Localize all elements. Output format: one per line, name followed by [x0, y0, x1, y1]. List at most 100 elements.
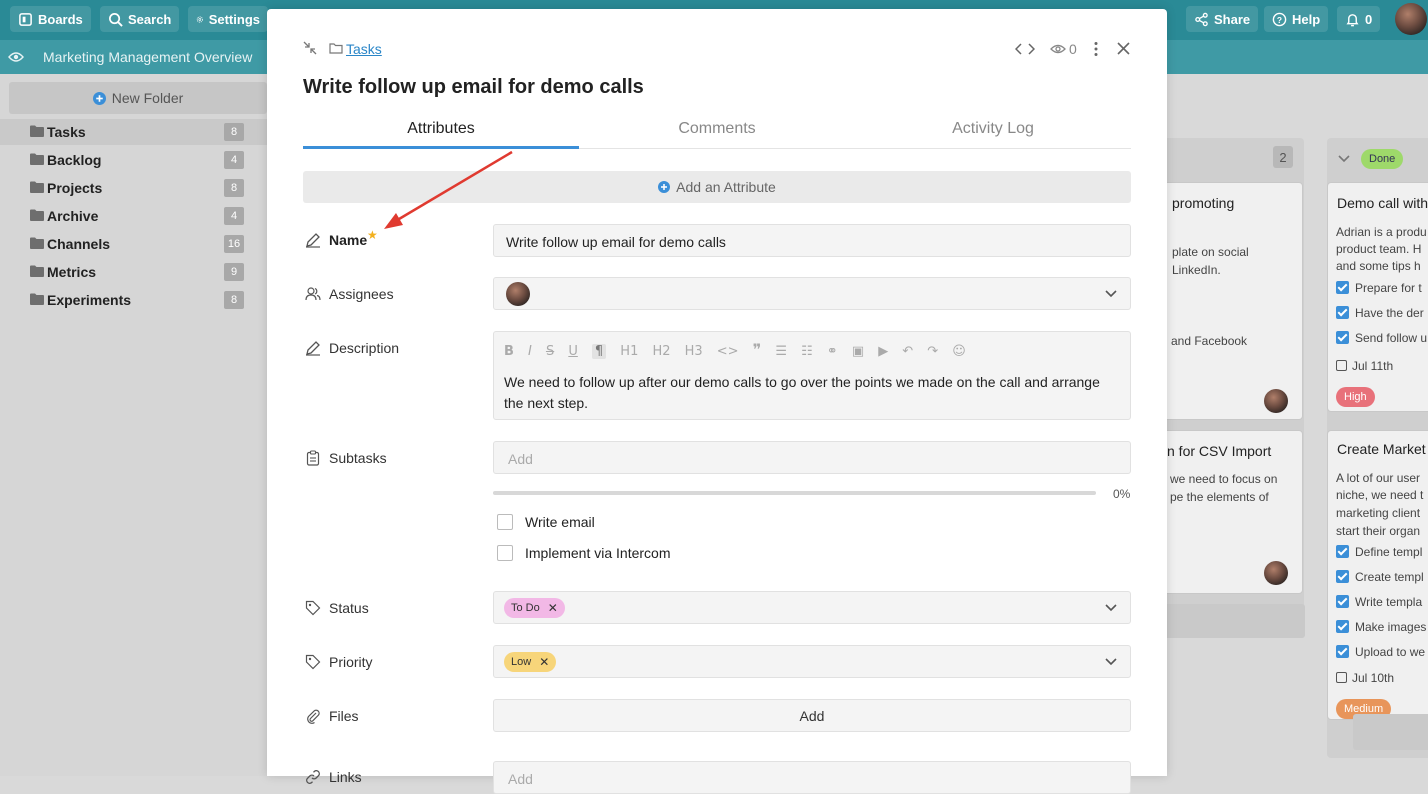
bold-icon[interactable]: B — [504, 344, 514, 359]
links-input[interactable]: Add — [493, 761, 1131, 794]
task-card[interactable]: n for CSV Import we need to focus on pe … — [1157, 430, 1303, 594]
tab-attributes[interactable]: Attributes — [303, 120, 579, 138]
paragraph-icon[interactable]: ¶ — [591, 344, 607, 359]
subtask-label[interactable]: Implement via Intercom — [525, 545, 671, 561]
heading1-button[interactable]: H1 — [620, 344, 638, 359]
subtask-item: Write email — [497, 514, 595, 530]
folder-count: 8 — [224, 179, 244, 197]
folder-icon — [30, 209, 44, 221]
folder-label: Archive — [47, 208, 99, 224]
quote-icon[interactable]: ❞ — [753, 340, 762, 359]
task-card[interactable]: promoting plate on social LinkedIn. and … — [1157, 182, 1303, 420]
share-icon — [1195, 12, 1208, 26]
user-avatar[interactable] — [1395, 3, 1427, 35]
code-icon[interactable]: <> — [717, 344, 739, 359]
new-folder-button[interactable]: New Folder — [9, 82, 267, 114]
subtask-label[interactable]: Write email — [525, 514, 595, 530]
card-title: Create Market — [1337, 441, 1426, 457]
description-editor[interactable]: B I S U ¶ H1 H2 H3 <> ❞ ☰ ☷ ⚭ ▣ ▶ ↶ ↷ ☺ … — [493, 331, 1131, 420]
name-input[interactable]: Write follow up email for demo calls — [493, 224, 1131, 257]
heading3-button[interactable]: H3 — [685, 344, 703, 359]
status-tag: To Do ✕ — [504, 598, 565, 618]
checkbox-checked-icon — [1336, 545, 1349, 558]
subtask-checkbox[interactable] — [497, 514, 513, 530]
checklist-item: Define templ — [1336, 545, 1422, 559]
chevron-down-icon — [1105, 657, 1117, 665]
strikethrough-icon[interactable]: S — [546, 344, 554, 359]
card-avatar — [1264, 389, 1288, 413]
breadcrumb-link[interactable]: Tasks — [346, 41, 382, 57]
image-icon[interactable]: ▣ — [852, 344, 864, 359]
task-card[interactable]: Demo call with Adrian is a produ product… — [1327, 182, 1428, 412]
status-select[interactable]: To Do ✕ — [493, 591, 1131, 624]
sidebar-folder-backlog[interactable]: Backlog 4 — [0, 147, 267, 173]
remove-tag-icon[interactable]: ✕ — [548, 601, 558, 615]
italic-icon[interactable]: I — [528, 344, 532, 359]
more-options-icon[interactable] — [1093, 41, 1099, 57]
sidebar-folder-channels[interactable]: Channels 16 — [0, 231, 267, 257]
description-text[interactable]: We need to follow up after our demo call… — [504, 372, 1104, 414]
required-star-icon: ★ — [367, 228, 378, 242]
eye-icon[interactable] — [8, 50, 24, 64]
underline-icon[interactable]: U — [568, 344, 578, 359]
subtask-checkbox[interactable] — [497, 545, 513, 561]
close-icon[interactable] — [1117, 42, 1130, 55]
card-description: and Facebook — [1171, 334, 1248, 348]
tag-icon — [305, 654, 321, 670]
eye-icon[interactable] — [1050, 43, 1066, 55]
help-button[interactable]: ? Help — [1264, 6, 1329, 32]
tab-activity-log[interactable]: Activity Log — [855, 120, 1131, 138]
add-card-area[interactable] — [1353, 714, 1428, 750]
boards-button[interactable]: Boards — [10, 6, 91, 32]
folder-label: Tasks — [47, 124, 86, 140]
assignees-select[interactable] — [493, 277, 1131, 310]
add-attribute-button[interactable]: Add an Attribute — [303, 171, 1131, 203]
ordered-list-icon[interactable]: ☷ — [801, 344, 813, 359]
code-icon[interactable] — [1015, 42, 1035, 56]
sidebar-folder-projects[interactable]: Projects 8 — [0, 175, 267, 201]
chevron-down-icon[interactable] — [1337, 152, 1351, 166]
checkbox-checked-icon — [1336, 306, 1349, 319]
files-add-button[interactable]: Add — [493, 699, 1131, 732]
video-icon[interactable]: ▶ — [878, 344, 888, 359]
card-title: promoting — [1172, 195, 1235, 211]
undo-icon[interactable]: ↶ — [902, 344, 913, 359]
checklist-item-label: Make images — [1355, 620, 1427, 634]
bullet-list-icon[interactable]: ☰ — [775, 344, 787, 359]
due-date-label: Jul 10th — [1352, 671, 1395, 685]
card-description: A lot of our user — [1336, 471, 1421, 485]
checkbox-checked-icon — [1336, 595, 1349, 608]
search-icon — [109, 12, 123, 27]
share-button[interactable]: Share — [1186, 6, 1259, 32]
search-button[interactable]: Search — [100, 6, 180, 32]
notifications-button[interactable]: 0 — [1337, 6, 1381, 32]
chevron-down-icon — [1105, 603, 1117, 611]
calendar-icon — [1336, 360, 1347, 371]
bell-icon — [1346, 13, 1359, 26]
sidebar-folder-experiments[interactable]: Experiments 8 — [0, 287, 267, 313]
task-card[interactable]: Create Market A lot of our user niche, w… — [1327, 430, 1428, 720]
priority-select[interactable]: Low ✕ — [493, 645, 1131, 678]
assignee-avatar[interactable] — [506, 282, 530, 306]
card-description: niche, we need t — [1336, 488, 1424, 502]
subtask-input[interactable]: Add — [493, 441, 1131, 474]
emoji-icon[interactable]: ☺ — [952, 344, 966, 359]
folder-icon — [30, 153, 44, 165]
active-tab-indicator — [303, 146, 579, 149]
sidebar-folder-metrics[interactable]: Metrics 9 — [0, 259, 267, 285]
board-title: Marketing Management Overview — [43, 49, 253, 65]
sidebar-folder-archive[interactable]: Archive 4 — [0, 203, 267, 229]
settings-button[interactable]: Settings — [188, 6, 268, 32]
collapse-icon[interactable] — [303, 41, 317, 55]
folder-label: Backlog — [47, 152, 102, 168]
remove-tag-icon[interactable]: ✕ — [539, 655, 549, 669]
task-title[interactable]: Write follow up email for demo calls — [303, 76, 644, 99]
add-card-area[interactable] — [1157, 604, 1305, 638]
heading2-button[interactable]: H2 — [652, 344, 670, 359]
priority-tag-label: Low — [511, 656, 532, 668]
tab-comments[interactable]: Comments — [579, 120, 855, 138]
redo-icon[interactable]: ↷ — [927, 344, 938, 359]
links-label: Links — [329, 769, 362, 785]
sidebar-folder-tasks[interactable]: Tasks 8 — [0, 119, 267, 145]
link-icon[interactable]: ⚭ — [827, 344, 838, 359]
